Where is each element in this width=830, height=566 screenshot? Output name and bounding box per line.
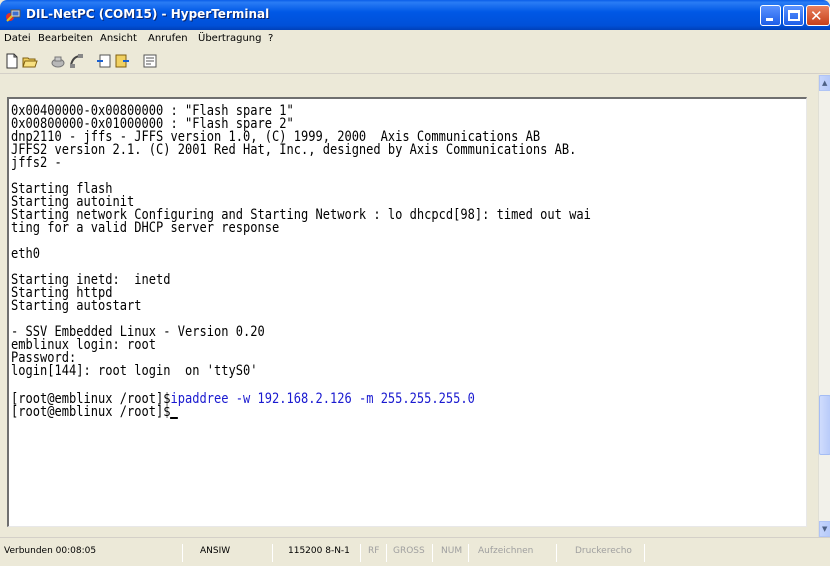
status-num: NUM <box>441 546 463 556</box>
receive-icon[interactable] <box>114 53 130 69</box>
send-icon[interactable] <box>96 53 112 69</box>
terminal-cursor <box>170 407 179 419</box>
status-separator <box>556 544 557 562</box>
close-button[interactable]: ✕ <box>806 5 830 26</box>
status-separator <box>432 544 433 562</box>
arrow-up-icon: ▲ <box>822 79 828 87</box>
status-emulation: ANSIW <box>200 546 231 556</box>
terminal-line: login[144]: root login on 'ttyS0' <box>11 363 258 379</box>
menu-datei[interactable]: Datei <box>4 33 31 44</box>
menu-anrufen[interactable]: Anrufen <box>148 33 188 44</box>
maximize-icon <box>788 10 800 21</box>
status-separator <box>272 544 273 562</box>
status-scroll: RF <box>368 546 380 556</box>
minimize-button[interactable] <box>760 5 781 26</box>
status-separator <box>386 544 387 562</box>
title-bar[interactable]: DIL-NetPC (COM15) - HyperTerminal ✕ <box>0 0 830 30</box>
status-separator <box>644 544 645 562</box>
scroll-down-button[interactable]: ▼ <box>819 521 830 537</box>
connect-icon[interactable] <box>50 53 66 69</box>
open-icon[interactable] <box>22 53 38 69</box>
status-separator <box>360 544 361 562</box>
status-caps: GROSS <box>393 546 425 556</box>
menu-bar: Datei Bearbeiten Ansicht Anrufen Übertra… <box>0 30 830 48</box>
menu-bearbeiten[interactable]: Bearbeiten <box>38 33 93 44</box>
new-icon[interactable] <box>4 53 20 69</box>
toolbar <box>0 48 830 74</box>
status-separator <box>182 544 183 562</box>
arrow-down-icon: ▼ <box>822 525 828 533</box>
terminal-prompt: [root@emblinux /root]$ <box>11 404 171 420</box>
terminal-line: ting for a valid DHCP server response <box>11 220 280 236</box>
terminal-line: jffs2 - <box>11 155 62 171</box>
terminal-line: eth0 <box>11 246 40 262</box>
menu-ansicht[interactable]: Ansicht <box>100 33 137 44</box>
menu-help[interactable]: ? <box>268 33 273 44</box>
status-bar: Verbunden 00:08:05 ANSIW 115200 8-N-1 RF… <box>0 537 830 566</box>
disconnect-icon[interactable] <box>68 53 84 69</box>
hyperterminal-icon <box>6 9 21 22</box>
minimize-icon <box>766 18 773 21</box>
terminal-prompt-line: [root@emblinux /root]$ <box>11 404 179 420</box>
maximize-button[interactable] <box>783 5 804 26</box>
scroll-thumb[interactable] <box>819 395 830 455</box>
status-settings: 115200 8-N-1 <box>288 546 350 556</box>
terminal-screen[interactable]: 0x00400000-0x00800000 : "Flash spare 1" … <box>7 97 807 527</box>
vertical-scrollbar[interactable]: ▲ ▼ <box>818 75 830 537</box>
status-print-echo: Druckerecho <box>575 546 632 556</box>
menu-uebertragung[interactable]: Übertragung <box>198 33 261 44</box>
status-connected: Verbunden 00:08:05 <box>4 546 97 556</box>
terminal-line: Starting autostart <box>11 298 142 314</box>
scroll-up-button[interactable]: ▲ <box>819 75 830 91</box>
terminal-line: JFFS2 version 2.1. (C) 2001 Red Hat, Inc… <box>11 142 577 158</box>
close-icon: ✕ <box>810 7 823 25</box>
terminal-command: ipaddree -w 192.168.2.126 -m 255.255.255… <box>170 391 475 407</box>
status-capture: Aufzeichnen <box>478 546 534 556</box>
status-separator <box>468 544 469 562</box>
window-title: DIL-NetPC (COM15) - HyperTerminal <box>26 7 270 21</box>
properties-icon[interactable] <box>142 53 158 69</box>
